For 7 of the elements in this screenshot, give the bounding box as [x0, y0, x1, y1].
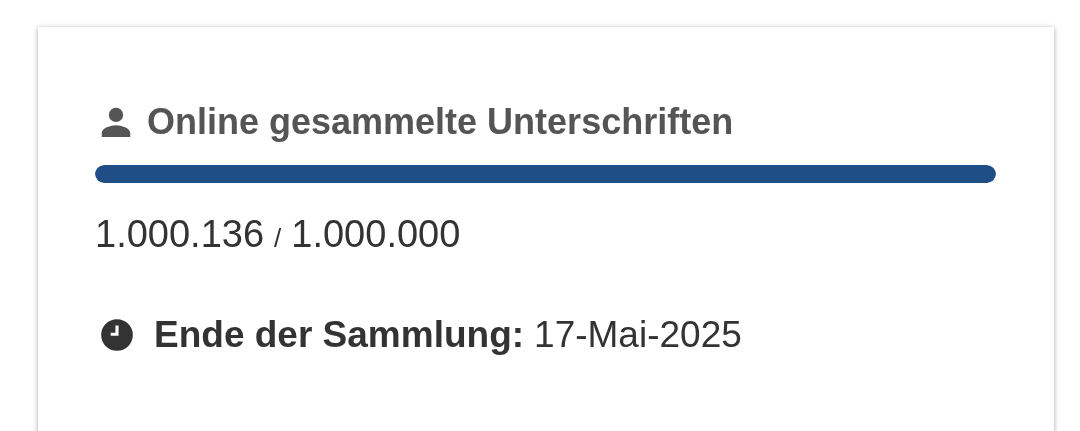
- card-title: Online gesammelte Unterschriften: [147, 101, 734, 143]
- goal-count: 1.000.000: [291, 213, 461, 256]
- deadline-date: 17-Mai-2025: [534, 314, 742, 356]
- clock-icon: [98, 316, 136, 354]
- deadline-label: Ende der Sammlung:: [154, 314, 525, 356]
- collected-count: 1.000.136: [95, 213, 265, 256]
- separator: /: [274, 223, 282, 254]
